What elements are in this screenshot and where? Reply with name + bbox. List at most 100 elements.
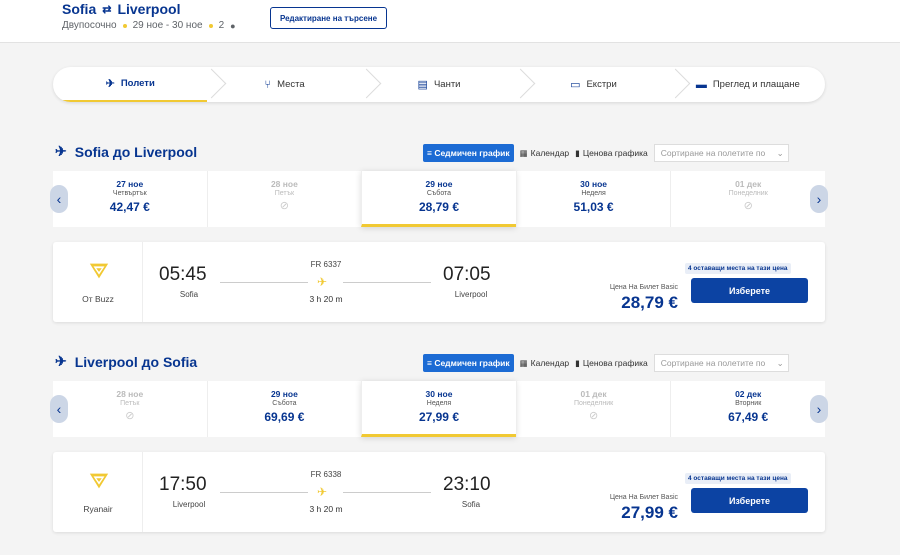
outbound-title-text: Sofia до Liverpool [74,143,198,160]
chevron-down-icon: ⌄ [776,147,784,158]
prev-dates-button[interactable]: ‹ [50,185,68,213]
inbound-title-text: Liverpool до Sofia [74,353,198,370]
calendar-label: Календар [530,148,570,158]
edit-search-button[interactable]: Редактиране на търсене [270,7,387,29]
arrival-time: 07:05 [443,264,491,285]
no-flights-icon: ⊘ [588,410,599,422]
date-price: 51,03 € [573,200,614,214]
date-card[interactable]: 30 ное Неделя 51,03 € [515,171,671,227]
weekday-label: Понеделник [573,400,614,407]
prev-dates-button[interactable]: ‹ [50,395,68,423]
date-price: 67,49 € [728,410,769,424]
departure-time: 05:45 [159,264,207,285]
separator-dot [122,23,127,28]
weekday-label: Вторник [735,400,762,407]
plane-icon: ✈ [317,485,328,499]
separator-dot [208,23,213,28]
next-dates-button[interactable]: › [810,185,828,213]
date-card[interactable]: 29 ное Събота 69,69 € [206,381,362,437]
weekday-label: Неделя [426,400,452,407]
person-icon: ● [230,20,236,31]
step-label: Чанти [433,79,461,90]
date-card[interactable]: 02 дек Вторник 67,49 € [670,381,825,437]
seats-left-badge: 4 оставащи места на тази цена [685,263,791,274]
route-line [220,282,308,283]
plane-icon: ✈ [105,78,115,90]
price-chart-label: Ценова графика [582,358,648,368]
weekly-schedule-button[interactable]: ≡ Седмичен график [423,144,514,162]
departure-city: Sofia [179,290,199,299]
plane-icon: ✈ [317,275,328,289]
flight-duration: 3 h 20 m [309,294,343,304]
departure-plane-icon: ✈ [55,143,67,159]
calendar-button[interactable]: ▦ Календар [520,148,570,159]
step-bags[interactable]: ▤ Чанти [362,67,516,102]
next-dates-button[interactable]: › [810,395,828,423]
sort-dropdown[interactable]: Сортиране на полетите по ⌄ [653,144,789,162]
price-chart-label: Ценова графика [582,148,648,158]
date-card-selected[interactable]: 29 ное Събота 28,79 € [361,171,516,227]
step-label: Екстри [586,79,617,90]
date-label: 01 дек [580,389,607,399]
step-extras[interactable]: ▭ Екстри [516,67,670,102]
destination-city: Liverpool [117,1,181,17]
route-line [220,492,308,493]
select-flight-button[interactable]: Изберете [691,488,808,513]
weekly-schedule-button[interactable]: ≡ Седмичен график [423,354,514,372]
date-card[interactable]: 27 ное Четвъртък 42,47 € [53,171,207,227]
calendar-label: Календар [530,358,570,368]
outbound-title: ✈ Sofia до Liverpool [55,143,197,160]
date-price: 28,79 € [418,200,459,214]
inbound-view-controls: ≡ Седмичен график ▦ Календар ▮ Ценова граф… [423,354,789,372]
date-label: 28 ное [116,389,144,399]
fare-price: 28,79 € [621,293,678,312]
bar-chart-icon: ▮ [575,357,580,368]
flight-duration: 3 h 20 m [309,504,343,514]
trip-dates: 29 ное - 30 ное [132,20,203,31]
weekday-label: Петък [274,190,295,197]
no-flights-icon: ⊘ [279,200,289,212]
outbound-date-carousel: ‹ 27 ное Четвъртък 42,47 € 28 ное Петък … [50,171,828,227]
route-title: Sofia ⇄ Liverpool [62,1,180,17]
select-flight-button[interactable]: Изберете [691,278,808,303]
date-price: 69,69 € [264,410,305,424]
arrival-time: 23:10 [443,474,491,495]
flight-number: FR 6338 [310,470,342,479]
date-card: 01 дек Понеделник ⊘ [670,171,825,227]
airline-logo-icon [89,263,109,279]
round-trip-icon: ⇄ [102,3,112,16]
sort-dropdown[interactable]: Сортиране на полетите по ⌄ [653,354,789,372]
calendar-icon: ▦ [519,357,528,368]
bag-icon: ▤ [417,79,428,91]
calendar-icon: ▦ [519,147,528,158]
airline-name: От Buzz [82,294,114,304]
price-chart-button[interactable]: ▮ Ценова графика [575,148,648,159]
calendar-button[interactable]: ▦ Календар [520,358,570,369]
price-chart-button[interactable]: ▮ Ценова графика [575,358,648,369]
card-icon: ▬ [695,78,707,91]
trip-meta: Двупосочно 29 ное - 30 ное 2 ● [62,20,236,31]
inbound-title: ✈ Liverpool до Sofia [55,353,197,370]
seat-icon: ⑂ [264,78,272,91]
airline-name: Ryanair [83,504,113,514]
date-card-selected[interactable]: 30 ное Неделя 27,99 € [361,381,516,437]
date-label: 01 дек [735,179,762,189]
step-review-pay[interactable]: ▬ Преглед и плащане [671,67,825,102]
date-label: 30 ное [425,389,453,399]
route-line [343,282,431,283]
bar-chart-icon: ▮ [575,147,580,158]
passenger-count: 2 [218,20,225,31]
step-flights[interactable]: ✈ Полети [53,67,208,102]
inbound-flight-card[interactable]: Ryanair 17:50 Liverpool FR 6338 ✈ 3 h 20… [53,452,825,532]
no-flights-icon: ⊘ [743,200,753,212]
outbound-flight-card[interactable]: От Buzz 05:45 Sofia FR 6337 ✈ 3 h 20 m 0… [53,242,825,322]
fare-label: Цена На Билет Basic [609,494,678,501]
sort-placeholder: Сортиране на полетите по [660,148,766,158]
step-seats[interactable]: ⑂ Места [207,67,361,102]
airline-block: Ryanair [53,452,143,532]
date-card: 28 ное Петък ⊘ [53,381,207,437]
date-label: 28 ное [270,179,298,189]
outbound-view-controls: ≡ Седмичен график ▦ Календар ▮ Ценова граф… [423,144,789,162]
arrival-city: Liverpool [454,290,488,299]
date-label: 29 ное [270,389,298,399]
